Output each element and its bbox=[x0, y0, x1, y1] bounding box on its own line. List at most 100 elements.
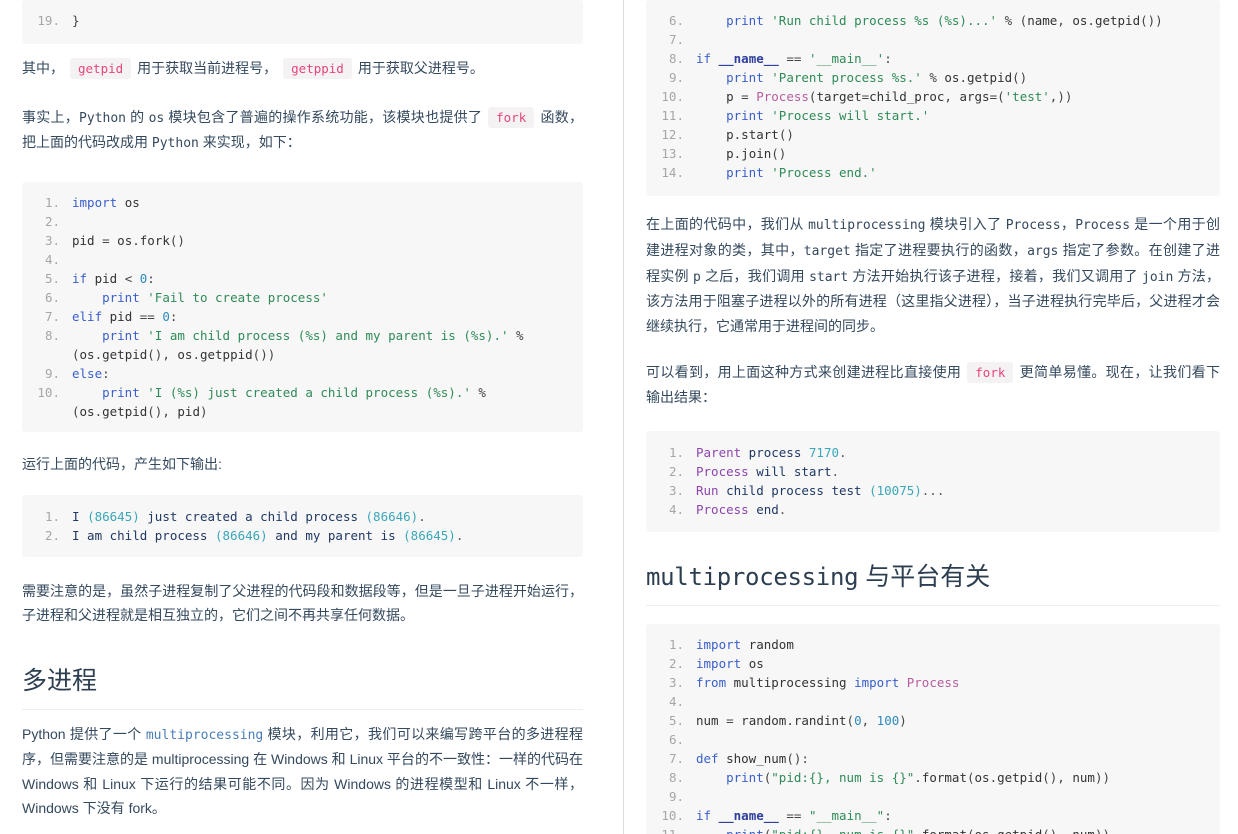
text-segment: 的 bbox=[126, 108, 149, 125]
code-line: 1import random bbox=[656, 635, 1206, 654]
text-segment: 用于获取父进程号。 bbox=[357, 60, 484, 76]
line-number: 9 bbox=[656, 68, 684, 87]
line-number: 8 bbox=[32, 326, 60, 345]
paragraph-getpid: 其中， getpid 用于获取当前进程号， getppid 用于获取父进程号。 bbox=[22, 44, 583, 93]
line-number: 7 bbox=[656, 30, 684, 49]
output-block-process: 1Parent process 7170. 2Process will star… bbox=[646, 431, 1220, 533]
heading-text-part: 与平台有关 bbox=[858, 563, 991, 592]
output-line: 1Parent process 7170. bbox=[656, 443, 1206, 462]
mono-args: args bbox=[1027, 243, 1059, 259]
line-number: 7 bbox=[656, 749, 684, 768]
line-number: 13 bbox=[656, 144, 684, 163]
line-number: 8 bbox=[656, 768, 684, 787]
line-number: 5 bbox=[656, 711, 684, 730]
text-segment: 方法开始执行该子进程，接着，我们又调用了 bbox=[848, 267, 1142, 284]
output-block-fork: 1I (86645) just created a child process … bbox=[22, 494, 583, 557]
code-line: 9else: bbox=[32, 364, 569, 383]
text-segment: 事实上， bbox=[22, 108, 80, 125]
paragraph-note-independent: 需要注意的是，虽然子进程复制了父进程的代码段和数据段等，但是一旦子进程开始运行，… bbox=[22, 582, 583, 624]
mono-start: start bbox=[809, 269, 849, 285]
mono-process-2: Process bbox=[1075, 218, 1131, 233]
code-line: 6 print 'Run child process %s (%s)...' %… bbox=[656, 11, 1206, 30]
code-line: 6 print 'Fail to create process' bbox=[32, 288, 569, 307]
mono-os: os bbox=[148, 110, 165, 126]
code-block-show-num: 1import random 2import os 3from multipro… bbox=[646, 624, 1220, 834]
line-number: 12 bbox=[656, 125, 684, 144]
code-line: 8if __name__ == '__main__': bbox=[656, 49, 1206, 68]
code-line: 2import os bbox=[656, 654, 1206, 673]
line-number: 7 bbox=[32, 307, 60, 326]
line-number: 4 bbox=[656, 692, 684, 711]
code-line: 11 print 'Process will start.' bbox=[656, 106, 1206, 125]
output-line: 4Process end. bbox=[656, 500, 1206, 519]
line-number: 1 bbox=[32, 193, 60, 212]
code-line: 7 bbox=[656, 30, 1206, 49]
code-line: 3pid = os.fork() bbox=[32, 231, 569, 250]
output-line: 3Run child process test (10075)... bbox=[656, 481, 1206, 500]
code-block-child-proc-cont: 6 print 'Run child process %s (%s)...' %… bbox=[646, 0, 1220, 196]
line-number: 10 bbox=[32, 383, 60, 402]
code-line: 5num = random.randint(0, 100) bbox=[656, 711, 1206, 730]
mono-multiprocessing: multiprocessing bbox=[808, 218, 926, 233]
line-number: 10 bbox=[656, 87, 684, 106]
mono-process: Process bbox=[1005, 218, 1061, 233]
code-line: 11 print("pid:{}, num is {}".format(os.g… bbox=[656, 825, 1206, 834]
inline-code-fork: fork bbox=[967, 362, 1014, 384]
line-number: 5 bbox=[32, 269, 60, 288]
output-line: 2Process will start. bbox=[656, 462, 1206, 481]
code-line: 19} bbox=[32, 11, 569, 30]
code-line: 13 p.join() bbox=[656, 144, 1206, 163]
code-line: 9 bbox=[656, 787, 1206, 806]
code-line: 8 print("pid:{}, num is {}".format(os.ge… bbox=[656, 768, 1206, 787]
mono-p: p bbox=[692, 269, 701, 285]
line-number: 2 bbox=[32, 526, 60, 545]
mono-python-2: Python bbox=[151, 136, 199, 152]
text-segment: 来实现，如下： bbox=[198, 134, 301, 151]
line-number: 1 bbox=[32, 507, 60, 526]
code-line: 3from multiprocessing import Process bbox=[656, 673, 1206, 692]
text-segment: 用于获取当前进程号， bbox=[137, 60, 278, 76]
code-line: 10 p = Process(target=child_proc, args=(… bbox=[656, 87, 1206, 106]
text-segment: 可以看到，用上面这种方式来创建进程比直接使用 bbox=[646, 364, 962, 381]
line-number: 1 bbox=[656, 635, 684, 654]
heading-multiprocessing-platform: multiprocessing 与平台有关 bbox=[646, 554, 1220, 607]
text-segment: 模块包含了普遍的操作系统功能，该模块也提供了 bbox=[164, 108, 483, 125]
line-number: 10 bbox=[656, 806, 684, 825]
inline-code-fork: fork bbox=[488, 106, 535, 128]
line-number: 6 bbox=[656, 730, 684, 749]
code-block-fork-example: 1import os 2 3pid = os.fork() 4 5if pid … bbox=[22, 182, 583, 432]
code-line: 2 bbox=[32, 212, 569, 231]
line-number: 3 bbox=[32, 231, 60, 250]
text-segment: ， bbox=[1060, 216, 1076, 232]
code-line: 4 bbox=[656, 692, 1206, 711]
line-number: 6 bbox=[32, 288, 60, 307]
text-segment: 模块引入了 bbox=[925, 216, 1006, 232]
code-line: 8 print 'I am child process (%s) and my … bbox=[32, 326, 569, 364]
code-line: 4 bbox=[32, 250, 569, 269]
line-number: 9 bbox=[656, 787, 684, 806]
paragraph-multiprocessing-intro: Python 提供了一个 multiprocessing 模块，利用它，我们可以… bbox=[22, 710, 583, 833]
text-segment: 在上面的代码中，我们从 bbox=[646, 216, 809, 232]
mono-target: target bbox=[803, 243, 851, 259]
code-line: 9 print 'Parent process %s.' % os.getpid… bbox=[656, 68, 1206, 87]
code-line: 6 bbox=[656, 730, 1206, 749]
mono-python: Python bbox=[79, 110, 127, 126]
line-number: 8 bbox=[656, 49, 684, 68]
output-line: 2I am child process (86646) and my paren… bbox=[32, 526, 569, 545]
line-number: 1 bbox=[656, 443, 684, 462]
line-number: 9 bbox=[32, 364, 60, 383]
line-number: 3 bbox=[656, 481, 684, 500]
line-number: 14 bbox=[656, 163, 684, 182]
paragraph-fork-compare: 可以看到，用上面这种方式来创建进程比直接使用 fork 更简单易懂。现在，让我们看下… bbox=[646, 350, 1220, 417]
code-block-c-tail: 19} bbox=[22, 0, 583, 44]
text-segment: 之后，我们调用 bbox=[700, 267, 810, 284]
code-line: 7elif pid == 0: bbox=[32, 307, 569, 326]
line-number: 6 bbox=[656, 11, 684, 30]
paragraph-process-explain: 在上面的代码中，我们从 multiprocessing 模块引入了 Proces… bbox=[646, 196, 1220, 350]
mono-multiprocessing: multiprocessing bbox=[145, 727, 264, 743]
line-number: 11 bbox=[656, 825, 684, 834]
line-number: 2 bbox=[656, 654, 684, 673]
line-number: 2 bbox=[32, 212, 60, 231]
line-number: 3 bbox=[656, 673, 684, 692]
code-line: 12 p.start() bbox=[656, 125, 1206, 144]
